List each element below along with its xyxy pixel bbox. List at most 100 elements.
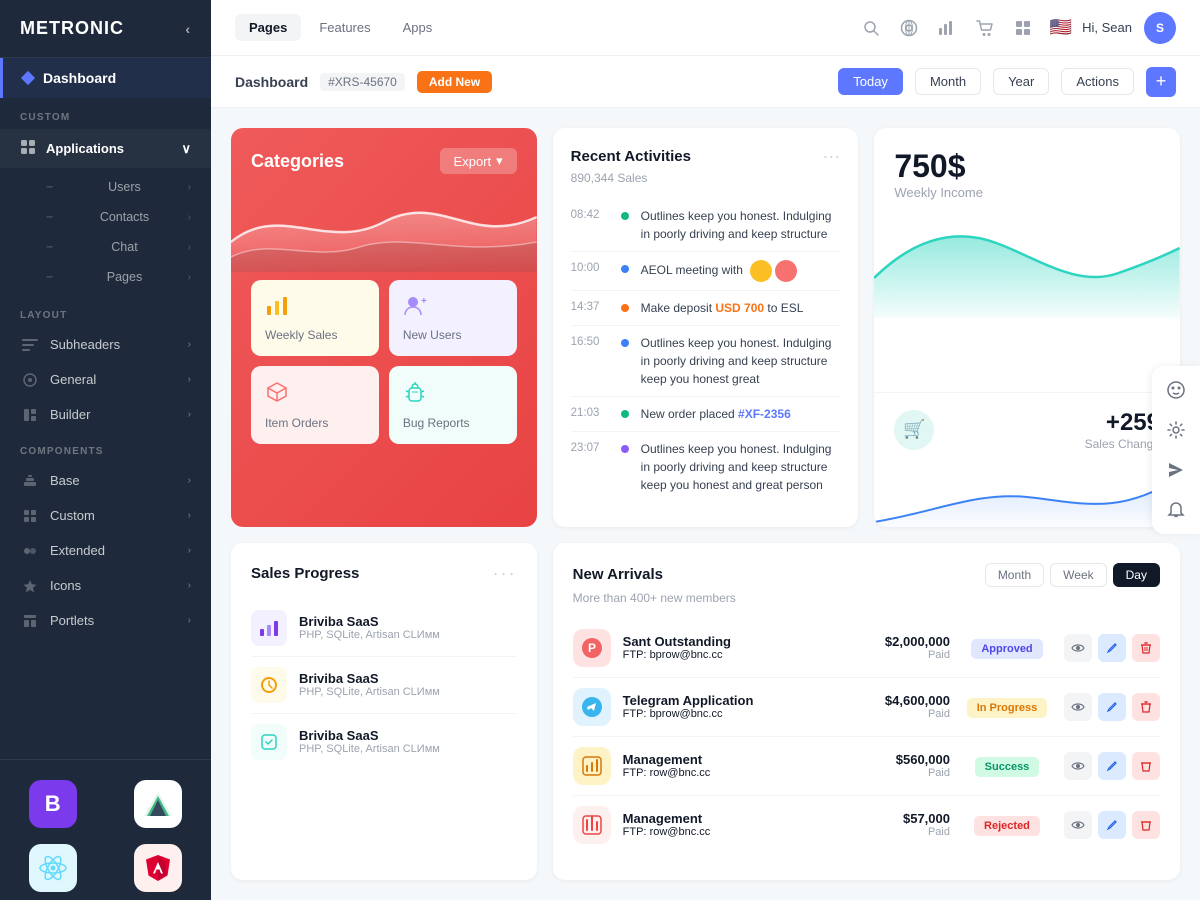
edit-action-4[interactable] bbox=[1098, 811, 1126, 839]
activity-time-5: 21:03 bbox=[571, 407, 609, 419]
activities-menu-icon[interactable]: ··· bbox=[822, 146, 840, 167]
view-action-2[interactable] bbox=[1064, 693, 1092, 721]
activity-dot-6 bbox=[621, 445, 629, 453]
arrival-paid-2: Paid bbox=[860, 708, 950, 720]
angular-icon bbox=[134, 844, 182, 892]
avatar-2 bbox=[775, 260, 797, 282]
main-content: Pages Features Apps 🇺🇸 Hi, Sean S Dashbo… bbox=[211, 0, 1200, 900]
sidebar-item-subheaders[interactable]: Subheaders › bbox=[0, 327, 211, 362]
sidebar-item-users[interactable]: Users › bbox=[0, 172, 211, 202]
arrival-amount-1: $2,000,000 bbox=[860, 634, 950, 649]
sidebar-item-extended[interactable]: Extended › bbox=[0, 533, 211, 568]
actions-button[interactable]: Actions bbox=[1061, 68, 1134, 95]
arrival-actions-2 bbox=[1064, 693, 1160, 721]
tab-apps[interactable]: Apps bbox=[389, 14, 447, 41]
add-widget-button[interactable]: + bbox=[1146, 67, 1176, 97]
sidebar-item-builder[interactable]: Builder › bbox=[0, 397, 211, 432]
vue-logo[interactable] bbox=[106, 772, 212, 836]
recent-activities-card: Recent Activities ··· 890,344 Sales 08:4… bbox=[553, 128, 859, 527]
react-logo[interactable] bbox=[0, 836, 106, 900]
prog-icon-1 bbox=[251, 610, 287, 646]
applications-label: Applications bbox=[46, 141, 124, 156]
network-button[interactable] bbox=[892, 11, 926, 45]
income-amount: 750$ bbox=[894, 148, 1160, 185]
activity-time-4: 16:50 bbox=[571, 336, 609, 348]
prog-sub-1: PHP, SQLite, Artisan CLИмм bbox=[299, 629, 517, 641]
bootstrap-logo[interactable]: B bbox=[0, 772, 106, 836]
new-users-card[interactable]: + New Users bbox=[389, 280, 517, 356]
sales-change-icon: 🛒 bbox=[894, 410, 934, 450]
today-button[interactable]: Today bbox=[838, 68, 903, 95]
right-send-icon[interactable] bbox=[1160, 454, 1192, 486]
delete-action-4[interactable] bbox=[1132, 811, 1160, 839]
add-new-button[interactable]: Add New bbox=[417, 71, 492, 93]
arrivals-day-tab[interactable]: Day bbox=[1113, 563, 1160, 587]
sidebar-collapse-icon[interactable]: ‹ bbox=[185, 21, 191, 37]
activity-dot-5 bbox=[621, 410, 629, 418]
sant-app-icon: P bbox=[573, 629, 611, 667]
sidebar-item-base[interactable]: Base › bbox=[0, 463, 211, 498]
sidebar-item-portlets[interactable]: Portlets › bbox=[0, 603, 211, 638]
custom-chevron-icon: › bbox=[188, 510, 191, 521]
chart-button[interactable] bbox=[930, 11, 964, 45]
arrival-actions-3 bbox=[1064, 752, 1160, 780]
view-action-4[interactable] bbox=[1064, 811, 1092, 839]
right-notification-icon[interactable] bbox=[1160, 494, 1192, 526]
weekly-sales-card[interactable]: Weekly Sales bbox=[251, 280, 379, 356]
prog-name-2: Briviba SaaS bbox=[299, 671, 517, 686]
arrivals-subtitle: More than 400+ new members bbox=[573, 591, 1160, 605]
arrival-name-1: Sant Outstanding bbox=[623, 634, 848, 649]
builder-label: Builder bbox=[50, 407, 90, 422]
user-avatar[interactable]: S bbox=[1144, 12, 1176, 44]
extended-chevron-icon: › bbox=[188, 545, 191, 556]
section-label-layout: LAYOUT bbox=[0, 296, 211, 327]
contacts-label: Contacts bbox=[100, 210, 149, 224]
right-settings-icon[interactable] bbox=[1160, 414, 1192, 446]
sidebar: METRONIC ‹ Dashboard CUSTOM Applications… bbox=[0, 0, 211, 900]
icons-label: Icons bbox=[50, 578, 81, 593]
search-button[interactable] bbox=[854, 11, 888, 45]
item-orders-icon bbox=[265, 380, 365, 410]
sidebar-item-applications[interactable]: Applications ∨ bbox=[0, 129, 211, 168]
arrival-ftp-1: FTP: bprow@bnc.cc bbox=[623, 649, 848, 661]
delete-action-1[interactable] bbox=[1132, 634, 1160, 662]
arrivals-week-tab[interactable]: Week bbox=[1050, 563, 1106, 587]
arrival-status-1: Approved bbox=[971, 639, 1042, 659]
sidebar-item-pages[interactable]: Pages › bbox=[0, 262, 211, 292]
cart-button[interactable] bbox=[968, 11, 1002, 45]
edit-action-3[interactable] bbox=[1098, 752, 1126, 780]
arrival-ftp-4: FTP: row@bnc.cc bbox=[623, 826, 848, 838]
sidebar-item-chat[interactable]: Chat › bbox=[0, 232, 211, 262]
angular-logo[interactable] bbox=[106, 836, 212, 900]
bug-reports-card[interactable]: Bug Reports bbox=[389, 366, 517, 444]
view-action-1[interactable] bbox=[1064, 634, 1092, 662]
grid-button[interactable] bbox=[1006, 11, 1040, 45]
delete-action-3[interactable] bbox=[1132, 752, 1160, 780]
right-palette-icon[interactable] bbox=[1160, 374, 1192, 406]
sidebar-item-contacts[interactable]: Contacts › bbox=[0, 202, 211, 232]
section-label-custom: CUSTOM bbox=[0, 98, 211, 129]
arrival-name-4: Management bbox=[623, 811, 848, 826]
view-action-3[interactable] bbox=[1064, 752, 1092, 780]
arrivals-month-tab[interactable]: Month bbox=[985, 563, 1044, 587]
section-label-components: COMPONENTS bbox=[0, 432, 211, 463]
sidebar-item-dashboard[interactable]: Dashboard bbox=[0, 58, 211, 98]
progress-menu-icon[interactable]: ··· bbox=[493, 563, 517, 584]
item-orders-card[interactable]: Item Orders bbox=[251, 366, 379, 444]
sidebar-item-custom[interactable]: Custom › bbox=[0, 498, 211, 533]
sidebar-item-general[interactable]: General › bbox=[0, 362, 211, 397]
arrival-status-2: In Progress bbox=[967, 698, 1048, 718]
export-button[interactable]: Export ▾ bbox=[440, 148, 517, 174]
progress-item-2: Briviba SaaS PHP, SQLite, Artisan CLИмм bbox=[251, 657, 517, 714]
sidebar-item-icons[interactable]: Icons › bbox=[0, 568, 211, 603]
edit-action-2[interactable] bbox=[1098, 693, 1126, 721]
year-button[interactable]: Year bbox=[993, 68, 1049, 95]
base-icon bbox=[20, 474, 40, 488]
edit-action-1[interactable] bbox=[1098, 634, 1126, 662]
tab-features[interactable]: Features bbox=[305, 14, 384, 41]
general-chevron-icon: › bbox=[188, 374, 191, 385]
month-button[interactable]: Month bbox=[915, 68, 981, 95]
delete-action-2[interactable] bbox=[1132, 693, 1160, 721]
income-chart bbox=[874, 208, 1180, 392]
tab-pages[interactable]: Pages bbox=[235, 14, 301, 41]
